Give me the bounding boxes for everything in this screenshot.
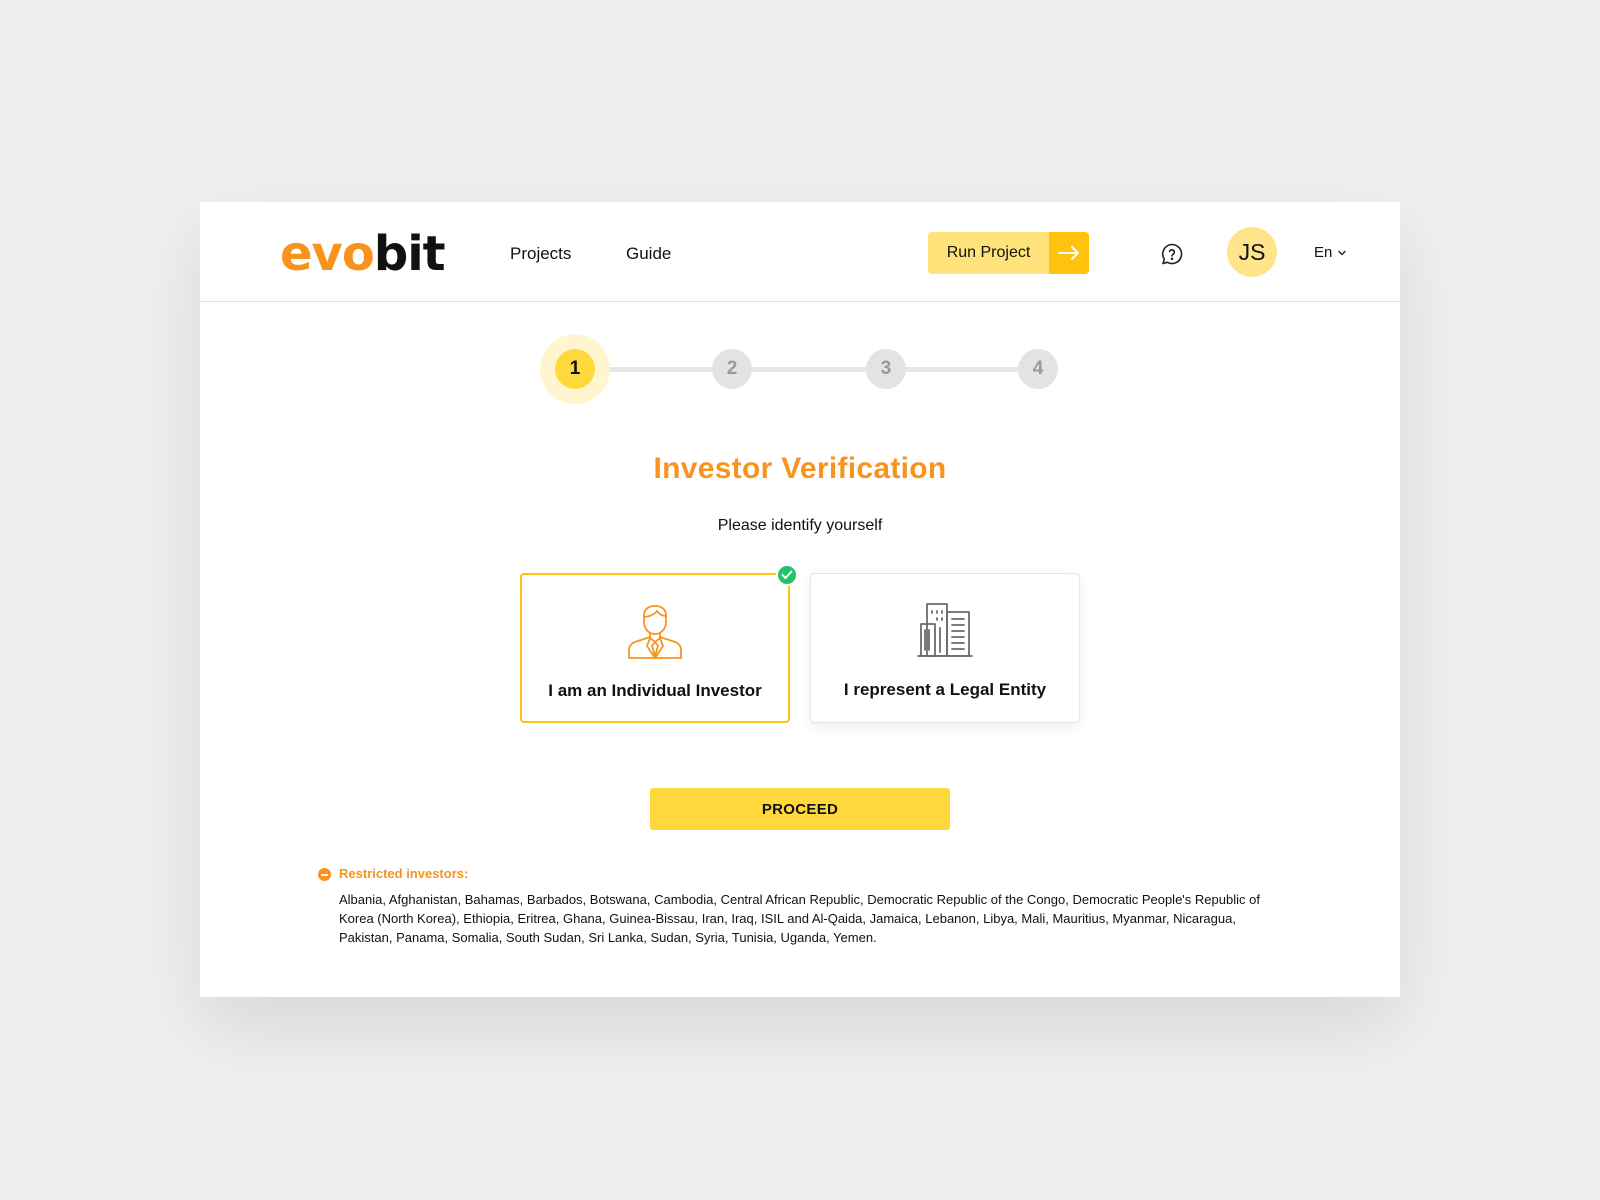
language-label: En <box>1314 244 1333 261</box>
person-icon <box>625 601 685 661</box>
individual-investor-label: I am an Individual Investor <box>548 681 762 700</box>
run-project-label: Run Project <box>946 244 1031 261</box>
step-4: 4 <box>1018 349 1058 389</box>
step-1: 1 <box>555 349 595 389</box>
proceed-button[interactable]: PROCEED <box>650 788 950 830</box>
page-subtitle: Please identify yourself <box>717 517 883 534</box>
nav-guide-link[interactable]: Guide <box>626 244 671 264</box>
legal-entity-option[interactable]: I represent a Legal Entity <box>810 573 1080 723</box>
app-window: evobit Projects Guide Run Project JS En <box>200 202 1400 997</box>
run-project-button[interactable]: Run Project <box>928 232 1089 274</box>
stepper-track <box>575 367 1035 372</box>
logo-evo-text: evo <box>280 226 375 282</box>
restricted-investors-title: Restricted investors: <box>339 866 469 881</box>
selected-check-icon <box>776 564 798 586</box>
step-2: 2 <box>712 349 752 389</box>
nav-projects-link[interactable]: Projects <box>510 244 571 264</box>
help-chat-icon[interactable] <box>1160 242 1184 266</box>
user-avatar[interactable]: JS <box>1227 227 1277 277</box>
step-3: 3 <box>866 349 906 389</box>
building-icon <box>915 600 975 660</box>
evobit-logo[interactable]: evobit <box>280 226 446 282</box>
minus-circle-icon <box>318 868 331 881</box>
page-title: Investor Verification <box>653 452 947 485</box>
logo-bit-text: bit <box>373 226 446 282</box>
legal-entity-label: I represent a Legal Entity <box>843 680 1047 699</box>
restricted-countries-list: Albania, Afghanistan, Bahamas, Barbados,… <box>339 892 1260 945</box>
language-selector[interactable]: En <box>1314 244 1347 261</box>
progress-stepper: 1 2 3 4 <box>540 334 1060 404</box>
top-header: evobit Projects Guide Run Project JS En <box>200 202 1400 302</box>
individual-investor-option[interactable]: I am an Individual Investor <box>520 573 790 723</box>
arrow-right-icon <box>1049 232 1089 274</box>
chevron-down-icon <box>1338 250 1347 255</box>
